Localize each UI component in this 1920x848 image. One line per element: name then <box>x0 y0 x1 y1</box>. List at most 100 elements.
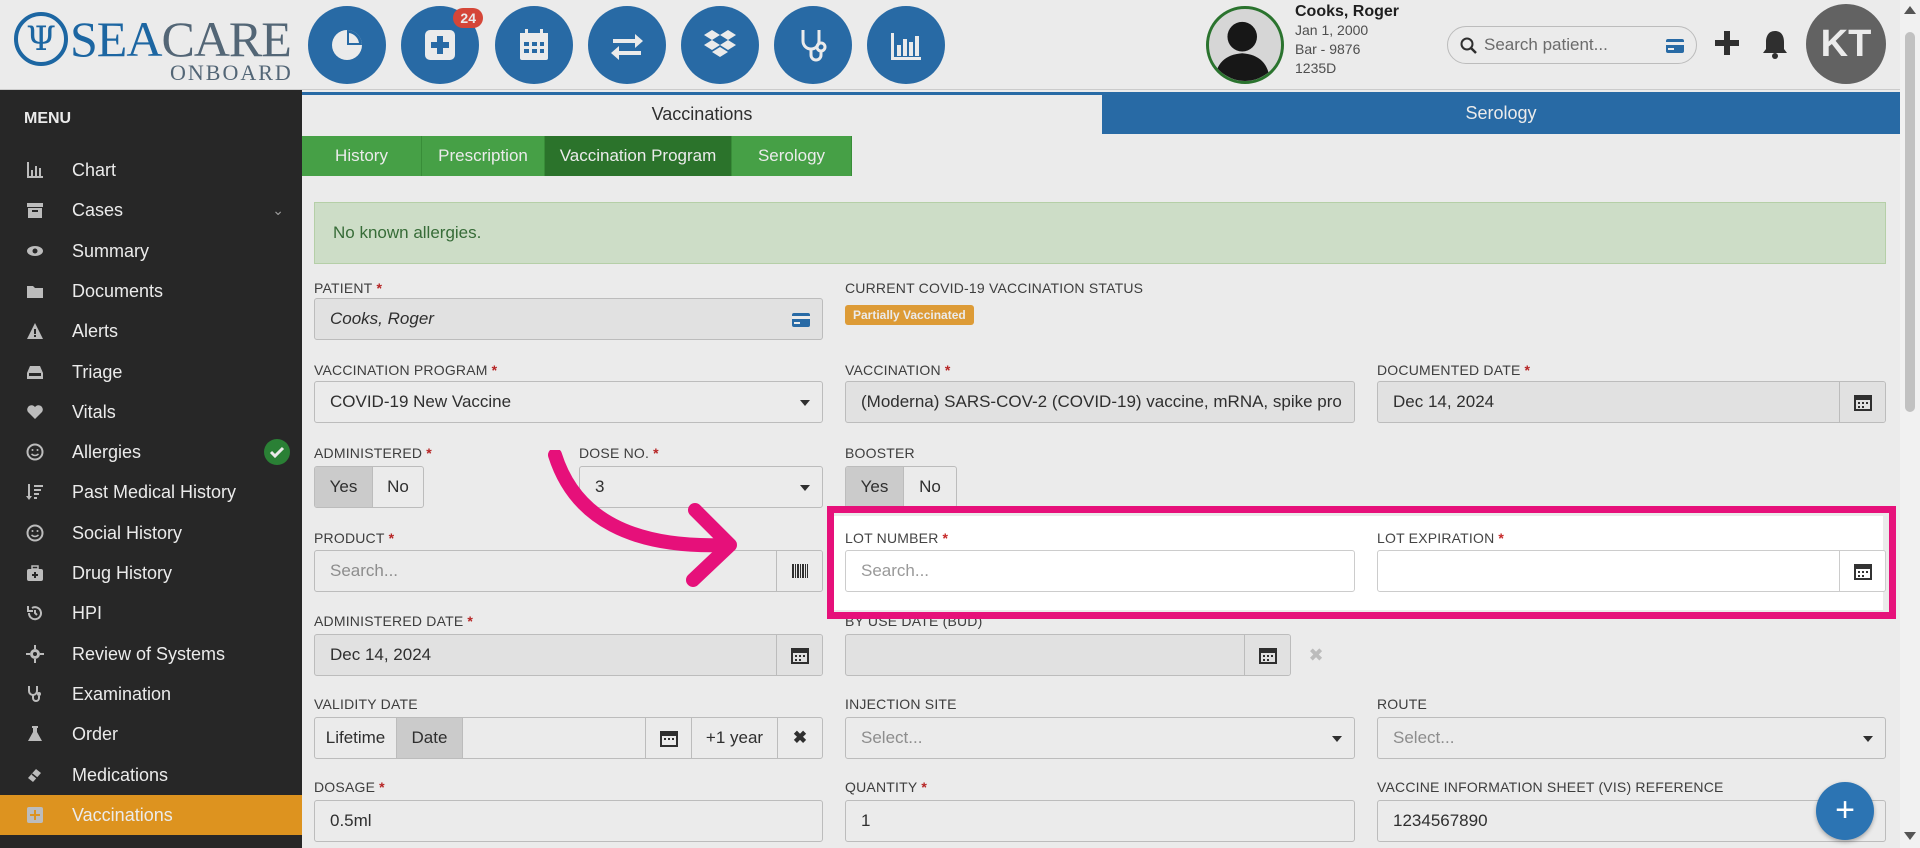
lifetime-button[interactable]: Lifetime <box>315 718 397 758</box>
add-fab-button[interactable]: + <box>1816 782 1874 840</box>
dashboard-button[interactable] <box>308 6 386 84</box>
sidebar-item-triage[interactable]: Triage <box>0 352 302 392</box>
sidebar: MENU Chart Cases ⌄ Summary Documents Alerts Tr… <box>0 90 302 848</box>
sidebar-item-label: Triage <box>72 361 123 382</box>
chevron-down-icon <box>800 400 810 406</box>
chevron-down-icon <box>1863 736 1873 742</box>
dosage-label: DOSAGE * <box>314 779 385 795</box>
calendar-button[interactable] <box>1839 382 1885 422</box>
plus-square-icon <box>425 30 455 60</box>
administered-no-button[interactable]: No <box>373 467 423 507</box>
sidebar-item-hpi[interactable]: HPI <box>0 593 302 633</box>
quantity-label: QUANTITY * <box>845 779 928 795</box>
quantity-field[interactable]: 1 <box>845 800 1355 842</box>
booster-yes-button[interactable]: Yes <box>846 467 904 507</box>
status-badge: Partially Vaccinated <box>845 305 974 325</box>
sidebar-item-vaccinations[interactable]: Vaccinations <box>0 794 302 835</box>
sidebar-item-vitals[interactable]: Vitals <box>0 392 302 432</box>
dosage-field[interactable]: 0.5ml <box>314 800 823 842</box>
scrollbar[interactable] <box>1900 0 1920 848</box>
booster-label: BOOSTER <box>845 445 915 461</box>
calendar-button[interactable] <box>646 718 692 758</box>
scroll-up-icon[interactable] <box>1904 6 1916 14</box>
scroll-down-icon[interactable] <box>1904 832 1916 840</box>
clear-bud-icon[interactable]: ✖ <box>1295 634 1337 676</box>
bell-icon[interactable] <box>1760 28 1790 60</box>
new-case-button[interactable]: 24 <box>401 6 483 84</box>
chevron-down-icon <box>1332 736 1342 742</box>
calendar-button[interactable] <box>495 6 573 84</box>
inbox-icon <box>27 365 43 379</box>
validity-label: VALIDITY DATE <box>314 696 418 712</box>
subtab-serology[interactable]: Serology <box>732 136 852 176</box>
sidebar-item-chart[interactable]: Chart <box>0 150 302 190</box>
sidebar-item-allergies[interactable]: Allergies <box>0 432 302 472</box>
patient-avatar[interactable] <box>1206 6 1284 84</box>
sidebar-item-label: Chart <box>72 160 117 180</box>
stethoscope-button[interactable] <box>774 6 852 84</box>
barcode-button[interactable] <box>776 551 822 591</box>
status-label: CURRENT COVID-19 VACCINATION STATUS <box>845 280 1144 296</box>
seacare-logo[interactable]: Ψ SEACARE ONBOARD <box>14 10 294 84</box>
sidebar-item-label: Order <box>72 724 119 745</box>
smile-icon <box>26 443 44 461</box>
stethoscope-icon <box>801 30 827 62</box>
patient-search[interactable] <box>1447 26 1697 64</box>
credit-card-icon[interactable] <box>1666 39 1684 53</box>
plus-one-year-button[interactable]: +1 year <box>692 718 778 758</box>
calendar-icon <box>520 29 548 60</box>
subtab-prescription[interactable]: Prescription <box>422 136 545 176</box>
folder-icon <box>27 285 43 298</box>
calendar-icon <box>790 648 809 664</box>
chevron-down-icon: ⌄ <box>272 202 284 219</box>
calendar-button[interactable] <box>776 635 822 675</box>
validity-date-input[interactable] <box>463 718 646 758</box>
sidebar-item-examination[interactable]: Examination <box>0 674 302 714</box>
sidebar-item-label: HPI <box>72 603 103 624</box>
bar-chart-icon <box>27 162 43 178</box>
sidebar-item-medications[interactable]: Medications <box>0 755 302 795</box>
credit-card-icon[interactable] <box>792 313 810 327</box>
patient-field[interactable]: Cooks, Roger <box>314 298 823 340</box>
sidebar-item-past-medical-history[interactable]: Past Medical History <box>0 472 302 512</box>
bar-chart-icon <box>891 33 921 60</box>
user-avatar[interactable]: KT <box>1806 4 1886 84</box>
sidebar-item-alerts[interactable]: Alerts <box>0 311 302 351</box>
date-button[interactable]: Date <box>397 718 463 758</box>
injection-site-select[interactable]: Select... <box>845 717 1355 759</box>
sidebar-item-cases[interactable]: Cases ⌄ <box>0 190 302 230</box>
bud-field[interactable] <box>845 634 1291 676</box>
sidebar-item-label: Documents <box>72 280 164 301</box>
add-icon[interactable] <box>1712 28 1742 58</box>
tab-vaccinations[interactable]: Vaccinations <box>302 92 1102 134</box>
route-select[interactable]: Select... <box>1377 717 1886 759</box>
gear-icon <box>26 644 44 663</box>
transfer-button[interactable] <box>588 6 666 84</box>
admin-date-field[interactable]: Dec 14, 2024 <box>314 634 823 676</box>
clear-validity-icon[interactable]: ✖ <box>778 718 822 758</box>
tab-serology[interactable]: Serology <box>1102 92 1900 134</box>
search-input[interactable] <box>1484 33 1654 57</box>
calendar-button[interactable] <box>1244 635 1290 675</box>
sidebar-item-social-history[interactable]: Social History <box>0 513 302 553</box>
documented-date-label: DOCUMENTED DATE * <box>1377 362 1531 378</box>
sidebar-item-review-of-systems[interactable]: Review of Systems <box>0 634 302 674</box>
subtab-history[interactable]: History <box>302 136 422 176</box>
sidebar-item-order[interactable]: Order <box>0 714 302 754</box>
warning-icon <box>27 323 43 340</box>
scroll-thumb[interactable] <box>1905 32 1915 412</box>
booster-no-button[interactable]: No <box>904 467 956 507</box>
program-select[interactable]: COVID-19 New Vaccine <box>314 381 823 423</box>
booster-toggle: Yes No <box>845 466 957 508</box>
vaccination-field[interactable]: (Moderna) SARS-COV-2 (COVID-19) vaccine,… <box>845 381 1355 423</box>
administered-yes-button[interactable]: Yes <box>315 467 373 507</box>
sidebar-item-drug-history[interactable]: Drug History <box>0 553 302 593</box>
dropbox-button[interactable] <box>681 6 759 84</box>
subtab-vaccination-program[interactable]: Vaccination Program <box>545 136 732 176</box>
sidebar-item-documents[interactable]: Documents <box>0 271 302 311</box>
documented-date-field[interactable]: Dec 14, 2024 <box>1377 381 1886 423</box>
vis-field[interactable]: 1234567890 <box>1377 800 1886 842</box>
sidebar-item-summary[interactable]: Summary <box>0 231 302 271</box>
reports-button[interactable] <box>867 6 945 84</box>
plus-square-icon <box>27 806 43 823</box>
